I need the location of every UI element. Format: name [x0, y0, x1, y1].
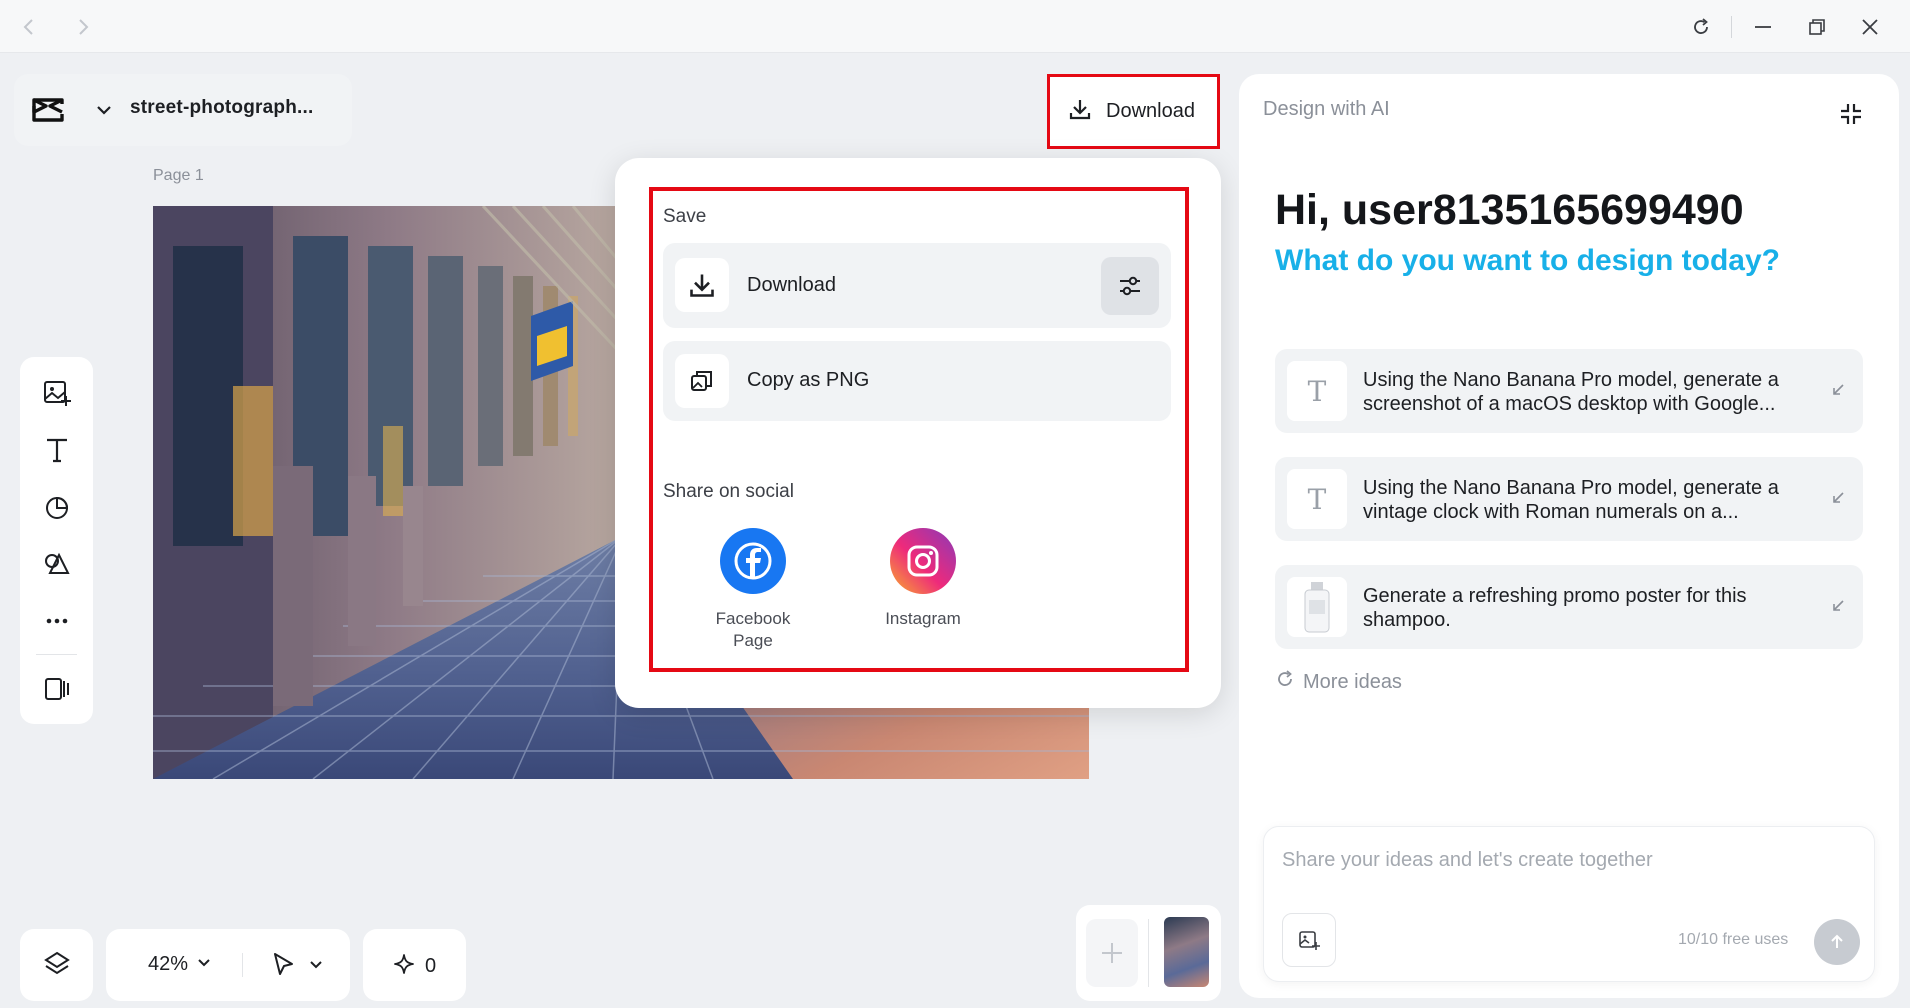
panels-icon[interactable]: [38, 670, 75, 707]
more-ideas-label: More ideas: [1303, 670, 1402, 693]
download-icon: [675, 258, 729, 312]
page-thumbnail[interactable]: [1164, 917, 1209, 987]
send-button[interactable]: [1814, 919, 1860, 965]
idea-text: Using the Nano Banana Pro model, generat…: [1363, 477, 1779, 523]
credits-count: 0: [425, 955, 437, 977]
titlebar-separator: [1731, 16, 1732, 38]
file-header: street-photograph...: [14, 74, 352, 146]
capcut-logo-icon[interactable]: [30, 92, 66, 128]
chevron-down-icon: [308, 956, 324, 977]
download-option-label: Download: [747, 274, 836, 296]
zoom-dropdown[interactable]: 42%: [148, 953, 212, 976]
restore-icon[interactable]: [1800, 12, 1834, 42]
chevron-down-icon[interactable]: [92, 98, 116, 122]
copy-as-png-label: Copy as PNG: [747, 369, 870, 391]
text-tool-icon[interactable]: [38, 431, 75, 468]
zoom-controls: 42%: [106, 929, 350, 1001]
download-icon: [1068, 97, 1092, 126]
window-titlebar: [0, 0, 1910, 53]
pointer-icon: [270, 951, 296, 982]
text-thumb-icon: T: [1287, 361, 1347, 421]
save-section-title: Save: [663, 206, 707, 227]
tool-rail: [20, 357, 93, 724]
text-thumb-icon: T: [1287, 469, 1347, 529]
add-page-button[interactable]: [1086, 919, 1138, 987]
ai-credits-button[interactable]: 0: [363, 929, 466, 1001]
free-uses-counter: 10/10 free uses: [1678, 931, 1789, 948]
facebook-label: Facebook Page: [715, 609, 791, 650]
plus-icon: [1102, 943, 1122, 963]
refresh-icon[interactable]: [1684, 12, 1718, 42]
copy-image-icon: [675, 354, 729, 408]
page-label: Page 1: [153, 167, 204, 184]
rail-divider: [36, 654, 77, 655]
credits-display: 0: [393, 953, 436, 980]
forward-icon[interactable]: [68, 12, 98, 42]
file-name[interactable]: street-photograph...: [130, 97, 313, 119]
prompt-box[interactable]: Share your ideas and let's create togeth…: [1263, 826, 1875, 982]
chevron-down-icon: [196, 954, 212, 975]
refresh-icon: [1275, 669, 1295, 695]
zoom-level: 42%: [148, 953, 189, 975]
idea-text: Generate a refreshing promo poster for t…: [1363, 585, 1747, 631]
arrow-down-left-icon[interactable]: [1827, 487, 1849, 509]
pages-strip: [1076, 905, 1221, 1001]
zoom-divider: [242, 953, 243, 977]
greeting-subtitle: What do you want to design today?: [1275, 244, 1780, 277]
add-image-icon[interactable]: [38, 374, 75, 411]
close-icon[interactable]: [1853, 12, 1887, 42]
greeting: Hi, user8135165699490: [1275, 186, 1744, 234]
instagram-label: Instagram: [885, 609, 961, 628]
idea-card[interactable]: T Using the Nano Banana Pro model, gener…: [1275, 349, 1863, 433]
shampoo-thumb-icon: [1287, 577, 1347, 637]
more-icon[interactable]: [38, 602, 75, 639]
idea-card[interactable]: T Using the Nano Banana Pro model, gener…: [1275, 457, 1863, 541]
download-option[interactable]: Download: [663, 243, 1171, 328]
idea-text: Using the Nano Banana Pro model, generat…: [1363, 369, 1779, 415]
elements-icon[interactable]: [38, 545, 75, 582]
download-button[interactable]: Download: [1047, 74, 1220, 149]
idea-card[interactable]: Generate a refreshing promo poster for t…: [1275, 565, 1863, 649]
pointer-dropdown[interactable]: [270, 951, 324, 982]
pages-divider: [1148, 919, 1149, 987]
sparkle-icon: [393, 953, 415, 980]
copy-as-png-option[interactable]: Copy as PNG: [663, 341, 1171, 421]
download-menu: Save Download Copy as PNG Share on socia…: [615, 158, 1221, 708]
minimize-icon[interactable]: [1746, 12, 1780, 42]
shapes-icon[interactable]: [38, 488, 75, 525]
back-icon[interactable]: [14, 12, 44, 42]
arrow-down-left-icon[interactable]: [1827, 595, 1849, 617]
layers-button[interactable]: [20, 929, 93, 1001]
facebook-share-button[interactable]: Facebook Page: [695, 528, 811, 652]
instagram-icon: [890, 528, 956, 594]
more-ideas-button[interactable]: More ideas: [1275, 669, 1402, 695]
ai-panel: Design with AI Hi, user8135165699490 Wha…: [1239, 74, 1899, 998]
instagram-share-button[interactable]: Instagram: [865, 528, 981, 630]
share-section-title: Share on social: [663, 481, 794, 502]
add-image-icon[interactable]: [1282, 913, 1336, 967]
arrow-down-left-icon[interactable]: [1827, 379, 1849, 401]
prompt-input[interactable]: Share your ideas and let's create togeth…: [1282, 849, 1653, 872]
layers-icon: [42, 949, 72, 984]
collapse-icon[interactable]: [1833, 96, 1869, 132]
ai-panel-title: Design with AI: [1263, 98, 1390, 120]
download-settings-icon[interactable]: [1101, 257, 1159, 315]
download-button-label: Download: [1106, 100, 1195, 122]
facebook-icon: [720, 528, 786, 594]
